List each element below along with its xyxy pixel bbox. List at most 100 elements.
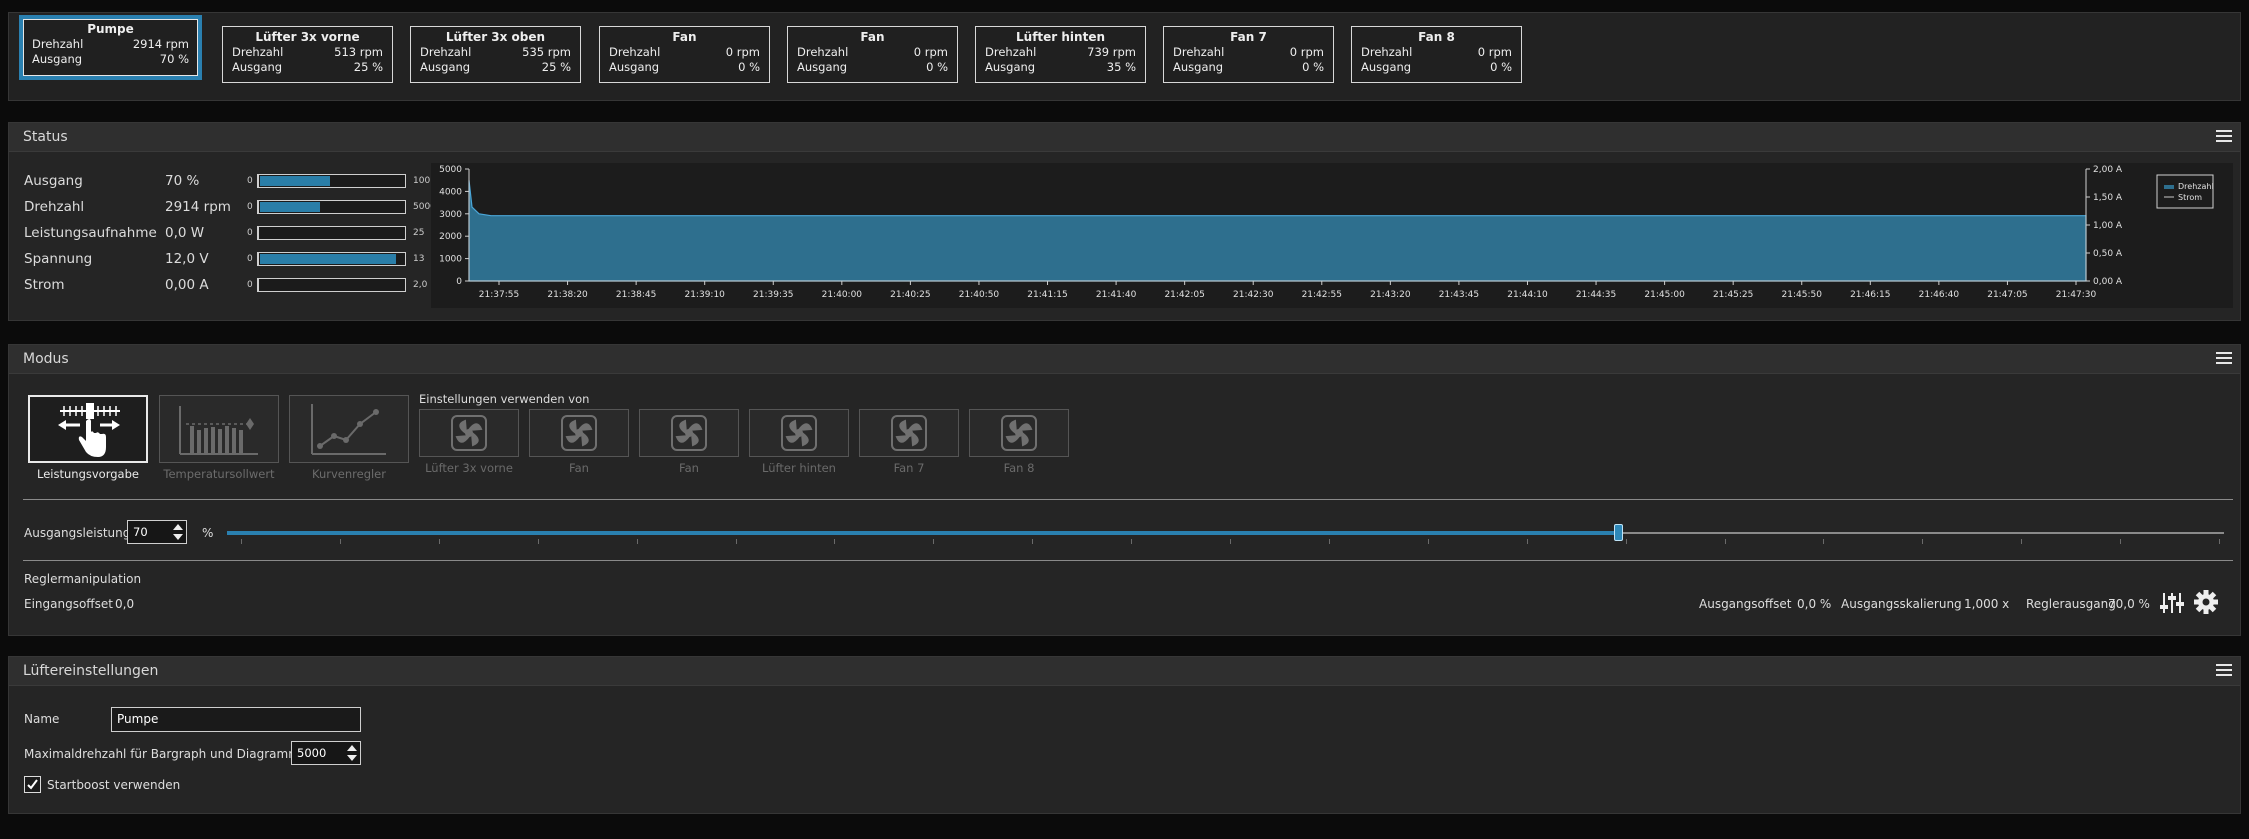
maxdrehzahl-spinbox[interactable]: 5000 [291,741,361,765]
fan-output-value: 0 % [1302,60,1324,74]
spin-arrows-icon[interactable] [346,744,358,762]
fan-rpm-value: 739 rpm [1087,45,1136,59]
bar-max: 13 [413,254,425,264]
fan-tile-title: Lüfter hinten [1016,30,1105,44]
x-tick-label: 21:46:40 [1919,290,1960,300]
x-tick-label: 21:38:45 [616,290,656,300]
source-button-2[interactable] [529,409,629,457]
slider-handle[interactable] [1614,524,1623,541]
ausgangsskalierung-value[interactable]: 1,000 x [1964,597,2009,611]
fan-rpm-label: Drehzahl [797,45,849,59]
fan-output-value: 25 % [353,60,383,74]
luefter-title: Lüftereinstellungen [23,663,159,679]
fan-rpm-label: Drehzahl [32,37,84,51]
hamburger-menu-icon[interactable] [2216,352,2232,366]
slider-tick [2021,539,2023,544]
x-tick-label: 21:40:00 [822,290,863,300]
gear-icon[interactable] [2193,589,2219,615]
slider-tick [1032,539,1034,544]
mode-kurvenregler-button[interactable] [289,395,409,463]
bargraph [257,226,406,240]
eingangsoffset-value[interactable]: 0,0 [115,597,134,611]
x-tick-label: 21:42:30 [1233,290,1274,300]
bar-fill [260,202,320,212]
x-tick-label: 21:38:20 [547,290,588,300]
fan-output-value: 0 % [1490,60,1512,74]
name-input[interactable]: Pumpe [111,707,361,732]
slider-tick [1724,539,1726,544]
ausgangsoffset-value[interactable]: 0,0 % [1797,597,1831,611]
fan-tile-title: Pumpe [87,22,134,36]
stat-value: 2914 rpm [165,199,231,215]
fan-tile-title: Fan 8 [1418,30,1455,44]
slider-tick [241,539,242,544]
series-drehzahl-area [468,180,2087,282]
sources-title: Einstellungen verwenden von [419,392,590,406]
fan-tile-fan-7[interactable]: Fan 7 Drehzahl 0 rpm Ausgang 0 % [1163,26,1334,83]
startboost-checkbox[interactable] [24,776,41,793]
x-tick-label: 21:45:50 [1782,290,1823,300]
hamburger-menu-icon[interactable] [2216,664,2232,678]
y-right-tick-label: 1,50 A [2093,193,2123,203]
fan-output-label: Ausgang [797,60,848,74]
luefter-settings-panel: Lüftereinstellungen Name Pumpe Maximaldr… [8,656,2241,814]
fan-tile-fan-5[interactable]: Fan Drehzahl 0 rpm Ausgang 0 % [787,26,958,83]
source-button-4[interactable] [749,409,849,457]
mode-label-temperatursollwert: Temperatursollwert [163,467,275,481]
fan-tile-fan-4[interactable]: Fan Drehzahl 0 rpm Ausgang 0 % [599,26,770,83]
source-label-5: Fan 7 [893,461,925,475]
stat-value: 0,00 A [165,277,209,293]
stat-label: Leistungsaufnahme [24,225,157,241]
source-button-3[interactable] [639,409,739,457]
bar-fill [260,254,396,264]
bar-min: 0 [247,280,253,290]
fan-output-label: Ausgang [609,60,660,74]
source-button-1[interactable] [419,409,519,457]
x-tick-label: 21:39:10 [684,290,725,300]
reglermanipulation-label: Reglermanipulation [24,572,142,586]
sliders-adjust-icon[interactable] [2159,591,2185,615]
x-tick-label: 21:47:30 [2056,290,2097,300]
x-tick-label: 21:45:25 [1713,290,1753,300]
legend-label-strom: Strom [2178,193,2202,202]
fan-output-value: 70 % [159,52,189,66]
ausgangsleistung-spinbox[interactable]: 70 [127,520,187,544]
stat-label: Spannung [24,251,93,267]
slider-track-filled[interactable] [227,531,1618,535]
mode-leistungsvorgabe-button[interactable] [28,395,148,463]
fan-tile-title: Fan [672,30,697,44]
source-label-3: Fan [679,461,699,475]
slider-tick [1625,539,1627,544]
reglerausgang-label: Reglerausgang [2026,597,2116,611]
mode-temperatursollwert-button[interactable] [159,395,279,463]
source-button-5[interactable] [859,409,959,457]
fan-overview-bar: Pumpe Drehzahl 2914 rpm Ausgang 70 % Lüfte… [8,12,2241,101]
fan-icon [1001,415,1037,451]
source-label-2: Fan [569,461,589,475]
fan-tile-fan-8[interactable]: Fan 8 Drehzahl 0 rpm Ausgang 0 % [1351,26,1522,83]
divider [23,560,2233,561]
spin-arrows-icon[interactable] [172,523,184,541]
name-label: Name [24,712,60,726]
y-left-tick-label: 0 [456,277,462,287]
stat-label: Strom [24,277,65,293]
fan-rpm-value: 0 rpm [913,45,948,59]
fan-tile-luefter-hinten[interactable]: Lüfter hinten Drehzahl 739 rpm Ausgang 35 … [975,26,1146,83]
hamburger-menu-icon[interactable] [2216,130,2232,144]
fan-tile-luefter-vorne[interactable]: Lüfter 3x vorne Drehzahl 513 rpm Ausgang 2… [222,26,393,83]
fan-tile-luefter-oben[interactable]: Lüfter 3x oben Drehzahl 535 rpm Ausgang 25… [410,26,581,83]
y-right-tick-label: 0,50 A [2093,249,2123,259]
slider-tick [2120,539,2122,544]
slider-tick [1526,539,1528,544]
bargraph [257,252,406,266]
fan-rpm-value: 0 rpm [725,45,760,59]
x-tick-label: 21:44:10 [1507,290,1548,300]
slider-track[interactable] [1618,532,2224,534]
source-button-6[interactable] [969,409,1069,457]
fan-output-value: 25 % [541,60,571,74]
ausgangsleistung-label: Ausgangsleistung [24,526,131,540]
reglerausgang-value: 70,0 % [2108,597,2150,611]
bar-max: 25 [413,228,425,238]
fan-tile-pumpe[interactable]: Pumpe Drehzahl 2914 rpm Ausgang 70 % [19,15,202,80]
slider-tick [339,539,341,544]
